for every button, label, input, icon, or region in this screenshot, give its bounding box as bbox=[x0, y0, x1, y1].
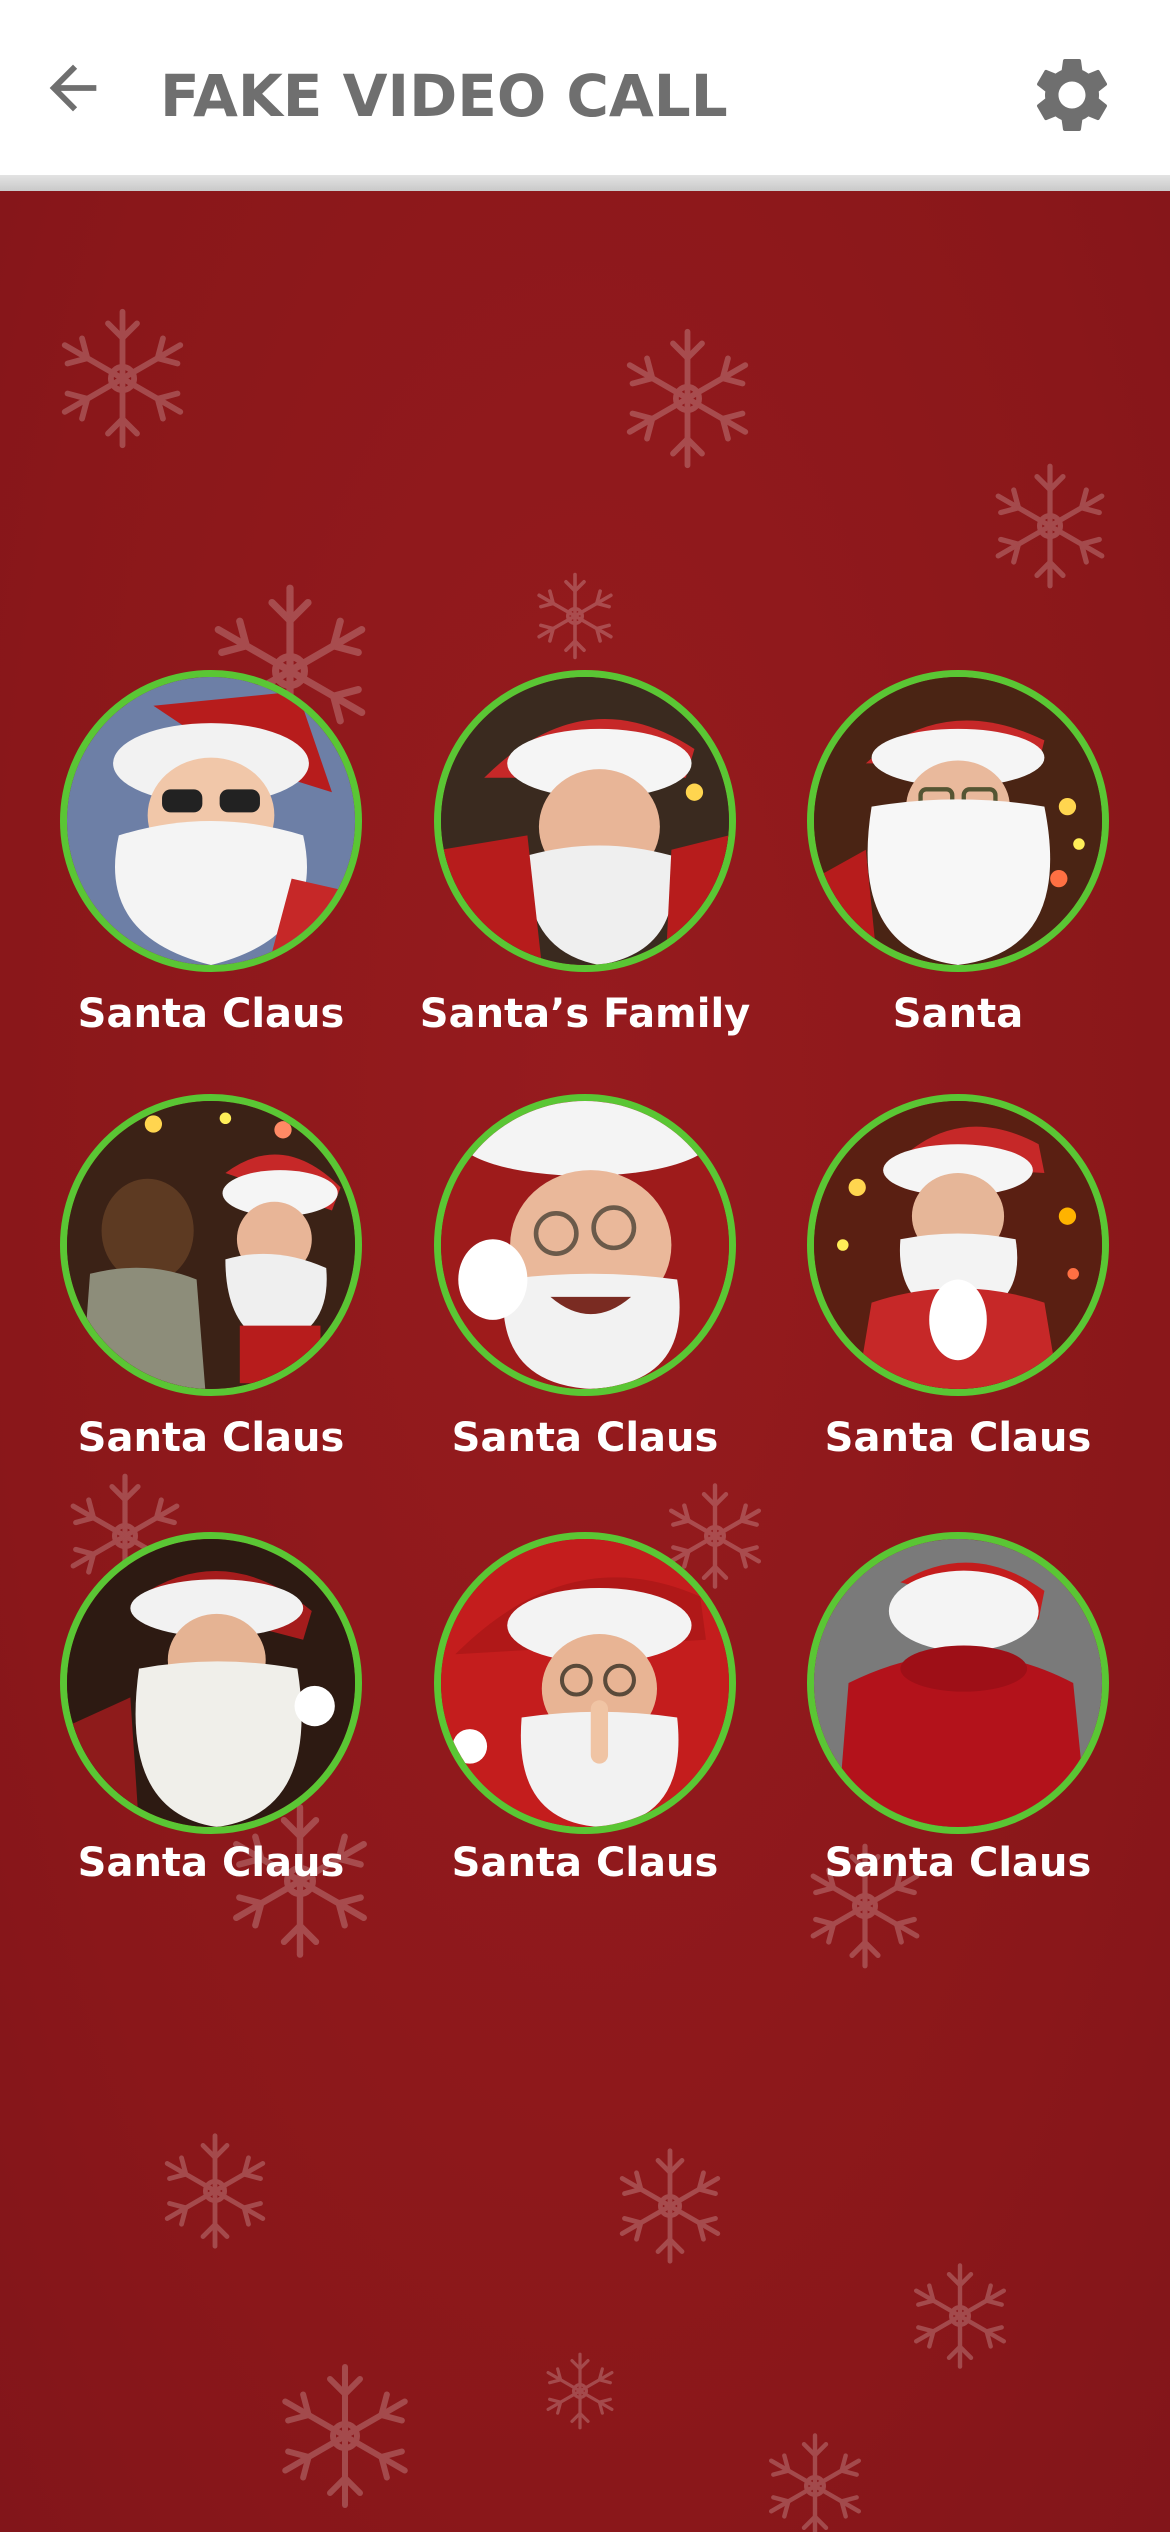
page-title: FAKE VIDEO CALL bbox=[160, 62, 728, 130]
santa-portrait-image bbox=[814, 1101, 1102, 1389]
contact-card[interactable]: Santa Claus bbox=[25, 1094, 397, 1484]
contact-name: Santa bbox=[892, 991, 1024, 1037]
snowflake-icon bbox=[615, 326, 760, 471]
snowflake-icon bbox=[542, 2352, 618, 2430]
avatar[interactable] bbox=[60, 1094, 362, 1396]
avatar[interactable] bbox=[60, 1532, 362, 1834]
contact-name: Santa Claus bbox=[77, 1840, 345, 1886]
contact-name: Santa Claus bbox=[77, 1415, 345, 1461]
avatar[interactable] bbox=[60, 670, 362, 972]
contact-name: Santa Claus bbox=[77, 991, 345, 1037]
snowflake-icon bbox=[50, 308, 195, 451]
contact-card[interactable]: Santa Claus bbox=[25, 670, 397, 1060]
snowflake-icon bbox=[985, 461, 1115, 591]
snowflake-icon bbox=[905, 2261, 1015, 2371]
gear-icon bbox=[1036, 58, 1108, 132]
avatar[interactable] bbox=[807, 670, 1109, 972]
avatar[interactable] bbox=[434, 670, 736, 972]
snowflake-icon bbox=[155, 2131, 275, 2251]
santa-portrait-image bbox=[441, 677, 729, 965]
contact-name: Santa Claus bbox=[824, 1415, 1092, 1461]
santa-portrait-image bbox=[67, 677, 355, 965]
avatar[interactable] bbox=[434, 1532, 736, 1834]
contact-name: Santa Claus bbox=[824, 1840, 1092, 1886]
contact-card[interactable]: Santa’s Family bbox=[399, 670, 771, 1060]
santa-portrait-image bbox=[67, 1539, 355, 1827]
contact-name: Santa Claus bbox=[451, 1840, 719, 1886]
contacts-screen: Santa Claus Santa’s Family Santa Santa C… bbox=[0, 191, 1170, 2532]
contact-card[interactable]: Santa Claus bbox=[399, 1094, 771, 1484]
contact-card[interactable]: Santa Claus bbox=[399, 1532, 771, 1922]
app-bar: FAKE VIDEO CALL bbox=[0, 0, 1170, 175]
contact-name: Santa Claus bbox=[451, 1415, 719, 1461]
contact-card[interactable]: Santa bbox=[772, 670, 1144, 1060]
contact-card[interactable]: Santa Claus bbox=[772, 1094, 1144, 1484]
app-bar-divider bbox=[0, 175, 1170, 191]
santa-portrait-image bbox=[814, 1539, 1102, 1827]
snowflake-icon bbox=[760, 2431, 870, 2532]
back-button[interactable] bbox=[30, 45, 116, 131]
avatar[interactable] bbox=[434, 1094, 736, 1396]
contact-card[interactable]: Santa Claus bbox=[25, 1532, 397, 1922]
arrow-left-icon bbox=[49, 64, 97, 112]
snowflake-icon bbox=[610, 2146, 730, 2266]
snowflake-icon bbox=[270, 2361, 420, 2511]
contact-card[interactable]: Santa Claus bbox=[772, 1532, 1144, 1922]
santa-portrait-image bbox=[441, 1539, 729, 1827]
snowflake-icon bbox=[532, 572, 618, 660]
avatar[interactable] bbox=[807, 1532, 1109, 1834]
santa-portrait-image bbox=[814, 677, 1102, 965]
avatar[interactable] bbox=[807, 1094, 1109, 1396]
santa-portrait-image bbox=[67, 1101, 355, 1389]
santa-portrait-image bbox=[441, 1101, 729, 1389]
settings-button[interactable] bbox=[1024, 47, 1120, 143]
contact-name: Santa’s Family bbox=[419, 991, 751, 1037]
